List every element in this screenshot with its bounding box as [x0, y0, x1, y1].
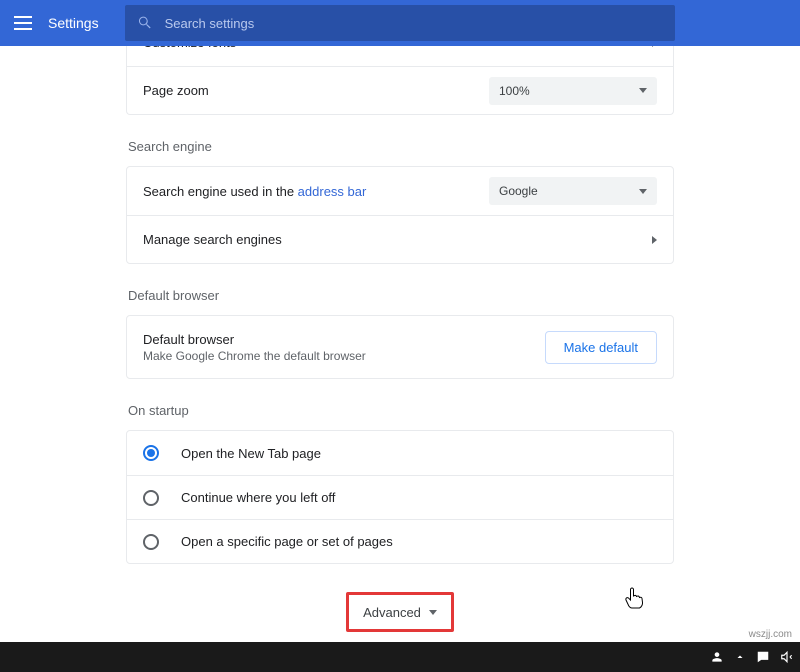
radio-icon[interactable] — [143, 490, 159, 506]
app-header: Settings — [0, 0, 800, 46]
taskbar — [0, 642, 800, 672]
page-zoom-value: 100% — [499, 84, 530, 98]
default-browser-subtitle: Make Google Chrome the default browser — [143, 349, 366, 363]
search-engine-label: Search engine used in the address bar — [143, 184, 366, 199]
radio-icon[interactable] — [143, 445, 159, 461]
make-default-button[interactable]: Make default — [545, 331, 657, 364]
startup-option-new-tab[interactable]: Open the New Tab page — [127, 431, 673, 475]
search-input[interactable] — [165, 16, 649, 31]
search-box[interactable] — [125, 5, 675, 41]
search-engine-value: Google — [499, 184, 538, 198]
manage-search-engines-label: Manage search engines — [143, 232, 282, 247]
address-bar-link[interactable]: address bar — [298, 184, 367, 199]
volume-mute-icon[interactable] — [780, 650, 794, 664]
startup-option-label: Continue where you left off — [181, 490, 335, 505]
manage-search-engines-row[interactable]: Manage search engines — [127, 215, 673, 263]
advanced-wrap: Advanced — [126, 592, 674, 632]
chevron-up-icon[interactable] — [734, 651, 746, 663]
action-center-icon[interactable] — [756, 650, 770, 664]
startup-section-label: On startup — [128, 403, 674, 418]
appearance-card: Font size Medium (Recommended) Customize… — [126, 46, 674, 115]
customize-fonts-row[interactable]: Customize fonts — [127, 46, 673, 66]
people-icon[interactable] — [710, 650, 724, 664]
search-engine-card: Search engine used in the address bar Go… — [126, 166, 674, 264]
advanced-label: Advanced — [363, 605, 421, 620]
default-browser-row: Default browser Make Google Chrome the d… — [127, 316, 673, 378]
advanced-button[interactable]: Advanced — [346, 592, 454, 632]
menu-icon[interactable] — [14, 16, 32, 30]
default-browser-card: Default browser Make Google Chrome the d… — [126, 315, 674, 379]
page-title: Settings — [48, 15, 99, 31]
startup-card: Open the New Tab page Continue where you… — [126, 430, 674, 564]
startup-option-label: Open a specific page or set of pages — [181, 534, 393, 549]
startup-option-label: Open the New Tab page — [181, 446, 321, 461]
chevron-down-icon — [639, 88, 647, 93]
default-browser-text: Default browser Make Google Chrome the d… — [143, 332, 366, 363]
startup-option-continue[interactable]: Continue where you left off — [127, 475, 673, 519]
search-icon — [137, 15, 153, 31]
radio-icon[interactable] — [143, 534, 159, 550]
default-browser-title: Default browser — [143, 332, 366, 347]
settings-content: Font size Medium (Recommended) Customize… — [126, 46, 674, 642]
page-zoom-label: Page zoom — [143, 83, 209, 98]
chevron-right-icon — [652, 46, 657, 47]
default-browser-section-label: Default browser — [128, 288, 674, 303]
chevron-down-icon — [429, 610, 437, 615]
settings-scroll-area[interactable]: Font size Medium (Recommended) Customize… — [0, 46, 800, 642]
search-engine-select[interactable]: Google — [489, 177, 657, 205]
page-zoom-select[interactable]: 100% — [489, 77, 657, 105]
search-engine-section-label: Search engine — [128, 139, 674, 154]
page-zoom-row[interactable]: Page zoom 100% — [127, 66, 673, 114]
startup-option-specific[interactable]: Open a specific page or set of pages — [127, 519, 673, 563]
chevron-down-icon — [639, 189, 647, 194]
search-engine-prefix: Search engine used in the — [143, 184, 298, 199]
customize-fonts-label: Customize fonts — [143, 46, 236, 50]
watermark: wszjj.com — [749, 629, 792, 640]
chevron-right-icon — [652, 236, 657, 244]
search-engine-row[interactable]: Search engine used in the address bar Go… — [127, 167, 673, 215]
